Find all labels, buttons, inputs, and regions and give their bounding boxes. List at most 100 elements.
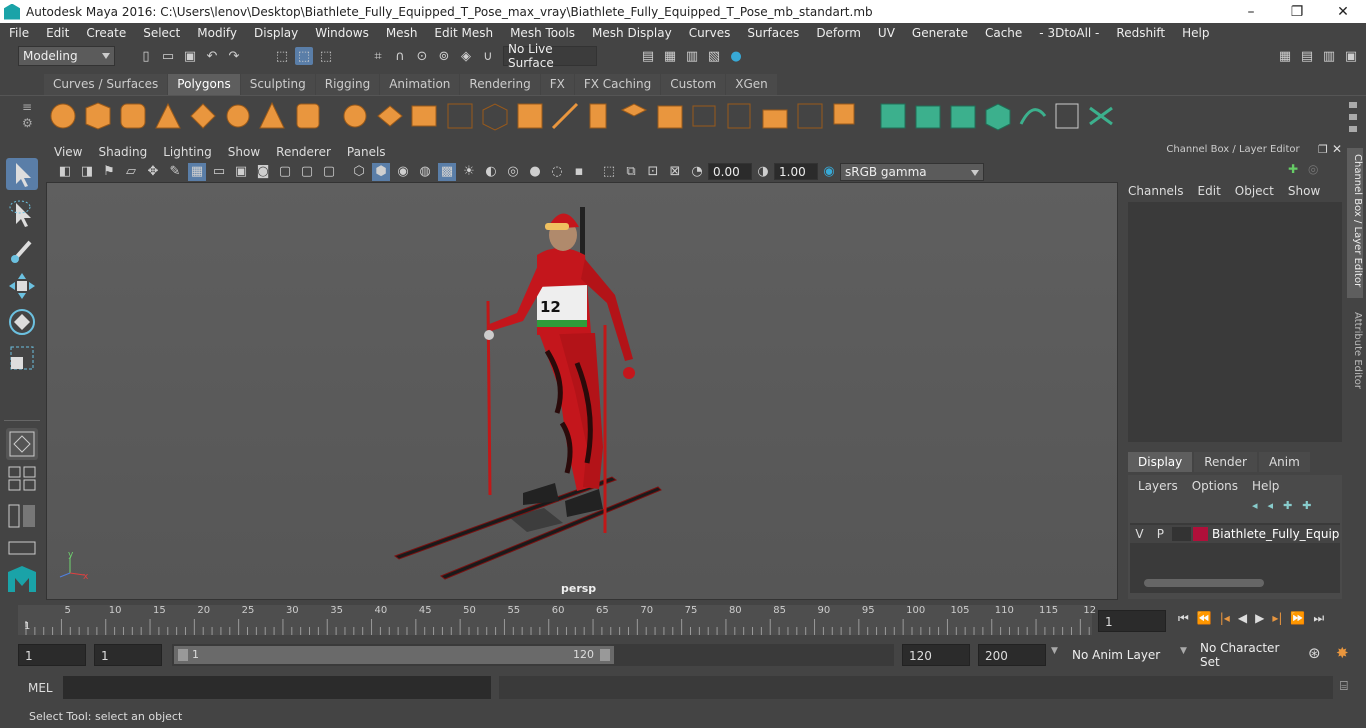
safe-action-icon[interactable]: ▢ <box>298 163 316 181</box>
cb-menu-show[interactable]: Show <box>1288 184 1320 198</box>
menu-create[interactable]: Create <box>77 26 134 40</box>
two-d-pan-icon[interactable]: ✥ <box>144 163 162 181</box>
snap-surface-icon[interactable]: ◈ <box>457 47 475 65</box>
snap-grid-icon[interactable]: ⌗ <box>369 47 387 65</box>
close-button[interactable]: ✕ <box>1320 4 1366 20</box>
four-view-layout-icon[interactable] <box>6 464 38 492</box>
play-backward-icon[interactable]: ◀ <box>1238 611 1247 626</box>
menu-edit[interactable]: Edit <box>37 26 77 40</box>
vp-menu-view[interactable]: View <box>46 145 90 159</box>
magnet-icon[interactable]: ∪ <box>479 47 497 65</box>
move-layer-up-icon[interactable]: ◂ <box>1252 499 1258 512</box>
channel-list[interactable] <box>1128 202 1342 442</box>
wireframe-on-shaded-icon[interactable]: ◉ <box>394 163 412 181</box>
cb-menu-channels[interactable]: Channels <box>1128 184 1184 198</box>
vp-menu-shading[interactable]: Shading <box>90 145 155 159</box>
resolution-gate-icon[interactable]: ▣ <box>232 163 250 181</box>
menu-3dtoall[interactable]: - 3DtoAll - <box>1030 26 1107 40</box>
graph-layout-icon[interactable] <box>6 540 38 556</box>
shelf-tab-custom[interactable]: Custom <box>661 74 726 95</box>
snap-curve-icon[interactable]: ∩ <box>391 47 409 65</box>
single-perspective-layout-icon[interactable] <box>6 428 38 460</box>
smooth-shade-icon[interactable]: ⬢ <box>372 162 390 181</box>
layer-scrollbar[interactable] <box>1144 579 1264 587</box>
menu-generate[interactable]: Generate <box>903 26 976 40</box>
hud-icon[interactable]: ⧉ <box>622 163 640 181</box>
shelf-tab-xgen[interactable]: XGen <box>726 74 777 95</box>
live-surface-field[interactable]: No Live Surface <box>503 42 597 70</box>
menu-edit-mesh[interactable]: Edit Mesh <box>425 26 501 40</box>
shelf-tab-rigging[interactable]: Rigging <box>315 74 380 95</box>
modeling-toolkit-icon[interactable]: ▦ <box>1276 47 1294 65</box>
open-scene-icon[interactable]: ▭ <box>159 47 177 65</box>
wireframe-icon[interactable]: ⬡ <box>350 163 368 181</box>
step-back-key-icon[interactable]: ⏪ <box>1197 611 1212 626</box>
color-space-dropdown[interactable]: sRGB gamma <box>840 162 984 181</box>
menu-select[interactable]: Select <box>134 26 188 40</box>
time-slider[interactable]: 1 5 10 15 20 25 30 35 40 45 50 55 60 65 70 75 80 85 90 95 1… <box>0 603 1366 638</box>
render-view-icon[interactable]: ▦ <box>661 47 679 65</box>
shelf-tab-fx-caching[interactable]: FX Caching <box>574 74 661 95</box>
shelf-tab-polygons[interactable]: Polygons <box>168 74 240 95</box>
maximize-button[interactable]: ❐ <box>1274 4 1320 20</box>
minimize-button[interactable]: – <box>1228 4 1274 20</box>
range-slider-handle[interactable]: 1 120 <box>174 646 614 664</box>
outliner-layout-icon[interactable] <box>6 502 38 530</box>
menu-mesh-tools[interactable]: Mesh Tools <box>501 26 583 40</box>
shelf-tab-rendering[interactable]: Rendering <box>460 74 540 95</box>
image-plane-icon[interactable]: ▱ <box>122 163 140 181</box>
redo-icon[interactable]: ↷ <box>225 47 243 65</box>
select-object-icon[interactable]: ⬚ <box>295 47 313 65</box>
script-editor-icon[interactable]: ⌸ <box>1340 679 1348 694</box>
shelf-tab-sculpting[interactable]: Sculpting <box>240 74 315 95</box>
exposure-field[interactable]: 0.00 <box>708 163 752 180</box>
gamma-icon[interactable]: ◑ <box>754 163 772 181</box>
textured-icon[interactable]: ◍ <box>416 163 434 181</box>
scale-tool-button[interactable] <box>6 342 38 374</box>
shelf-menu-icon[interactable]: ≡ <box>22 100 32 114</box>
ipr-render-icon[interactable]: ▥ <box>683 47 701 65</box>
menu-redshift[interactable]: Redshift <box>1107 26 1173 40</box>
frame-all-icon[interactable]: ⊠ <box>666 163 684 181</box>
tool-settings-toggle-icon[interactable]: ▥ <box>1320 47 1338 65</box>
vp-menu-show[interactable]: Show <box>220 145 268 159</box>
menu-deform[interactable]: Deform <box>807 26 869 40</box>
channel-key-icon[interactable]: ✚ <box>1288 162 1298 176</box>
anti-alias-icon[interactable]: ▪ <box>570 163 588 181</box>
gamma-field[interactable]: 1.00 <box>774 163 818 180</box>
grid-icon[interactable]: ▦ <box>188 162 206 181</box>
move-layer-down-icon[interactable]: ◂ <box>1268 499 1274 512</box>
paint-select-tool-button[interactable] <box>6 234 38 266</box>
vp-menu-renderer[interactable]: Renderer <box>268 145 339 159</box>
lasso-tool-button[interactable] <box>6 198 38 230</box>
le-menu-layers[interactable]: Layers <box>1138 479 1178 493</box>
menu-mesh-display[interactable]: Mesh Display <box>583 26 680 40</box>
frame-selected-icon[interactable]: ⊡ <box>644 163 662 181</box>
current-frame-field[interactable]: 1 <box>1098 610 1166 632</box>
layer-tab-display[interactable]: Display <box>1128 452 1193 472</box>
menu-windows[interactable]: Windows <box>306 26 377 40</box>
le-menu-options[interactable]: Options <box>1192 479 1238 493</box>
snap-view-icon[interactable]: ⊚ <box>435 47 453 65</box>
time-ruler[interactable]: 1 5 10 15 20 25 30 35 40 45 50 55 60 65 70 75 80 85 90 95 1… <box>18 605 1096 635</box>
mel-input[interactable] <box>63 676 491 699</box>
undo-icon[interactable]: ↶ <box>203 47 221 65</box>
layer-name[interactable]: Biathlete_Fully_Equipp <box>1212 527 1340 541</box>
isolate-select-icon[interactable]: ◎ <box>504 163 522 181</box>
render-frame-icon[interactable]: ▤ <box>639 47 657 65</box>
shelf-tab-fx[interactable]: FX <box>540 74 574 95</box>
playback-start-field[interactable]: 1 <box>94 644 162 666</box>
layer-color-swatch[interactable] <box>1192 527 1209 541</box>
chevron-down-icon[interactable]: ▼ <box>1180 646 1187 656</box>
select-component-icon[interactable]: ⬚ <box>317 47 335 65</box>
menu-mesh[interactable]: Mesh <box>377 26 426 40</box>
shelf-tab-animation[interactable]: Animation <box>380 74 460 95</box>
channel-lock-icon[interactable]: ◎ <box>1308 162 1318 176</box>
camera-attrs-icon[interactable]: ◨ <box>78 163 96 181</box>
mel-label[interactable]: MEL <box>28 681 53 695</box>
step-forward-key-icon[interactable]: ⏩ <box>1290 611 1305 626</box>
exposure-icon[interactable]: ◔ <box>688 163 706 181</box>
select-hierarchy-icon[interactable]: ⬚ <box>273 47 291 65</box>
menu-modify[interactable]: Modify <box>188 26 245 40</box>
ambient-occlusion-icon[interactable]: ● <box>526 163 544 181</box>
